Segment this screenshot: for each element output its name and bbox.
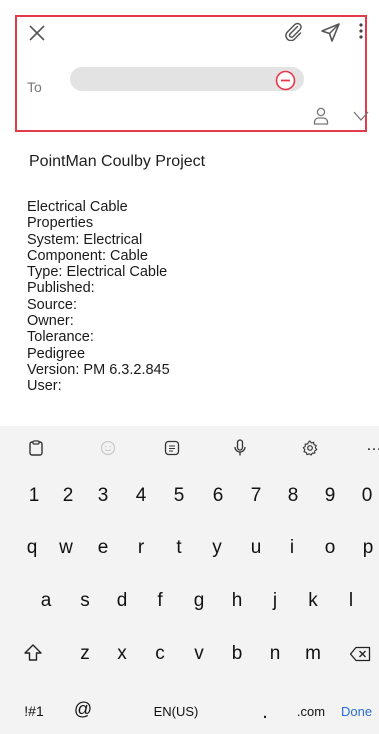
key-p[interactable]: p xyxy=(356,534,379,562)
at-key[interactable]: @ xyxy=(70,694,96,724)
key-5[interactable]: 5 xyxy=(167,483,191,509)
key-c[interactable]: c xyxy=(148,640,172,668)
microphone-icon[interactable] xyxy=(230,439,250,457)
emoji-icon[interactable] xyxy=(98,439,118,457)
settings-gear-icon[interactable] xyxy=(300,439,320,457)
paperclip-icon[interactable] xyxy=(282,20,304,42)
key-a[interactable]: a xyxy=(34,587,58,615)
body-line: System: Electrical xyxy=(27,231,143,248)
subject-field[interactable]: PointMan Coulby Project xyxy=(29,153,205,171)
shift-arrow-icon xyxy=(24,644,42,661)
chevron-down-icon[interactable] xyxy=(351,108,371,124)
key-t[interactable]: t xyxy=(167,534,191,562)
key-b[interactable]: b xyxy=(225,640,249,668)
backspace-key[interactable] xyxy=(343,640,377,668)
clipboard-icon[interactable] xyxy=(26,439,46,457)
key-i[interactable]: i xyxy=(280,534,304,562)
key-3[interactable]: 3 xyxy=(91,483,115,509)
key-r[interactable]: r xyxy=(129,534,153,562)
key-6[interactable]: 6 xyxy=(206,483,230,509)
key-f[interactable]: f xyxy=(148,587,172,615)
key-w[interactable]: w xyxy=(54,534,78,562)
person-icon[interactable] xyxy=(312,106,330,126)
key-q[interactable]: q xyxy=(20,534,44,562)
soft-keyboard xyxy=(0,426,379,734)
key-n[interactable]: n xyxy=(263,640,287,668)
key-d[interactable]: d xyxy=(110,587,134,615)
key-7[interactable]: 7 xyxy=(244,483,268,509)
body-line: Component: Cable xyxy=(27,247,148,264)
key-8[interactable]: 8 xyxy=(281,483,305,509)
key-k[interactable]: k xyxy=(301,587,325,615)
shift-key[interactable] xyxy=(20,638,46,668)
key-z[interactable]: z xyxy=(73,640,97,668)
key-0[interactable]: 0 xyxy=(355,483,379,509)
more-vertical-icon[interactable] xyxy=(356,20,366,42)
send-icon[interactable] xyxy=(318,20,342,44)
to-label: To xyxy=(27,79,42,95)
key-h[interactable]: h xyxy=(225,587,249,615)
body-line: Pedigree xyxy=(27,345,86,362)
key-m[interactable]: m xyxy=(301,640,325,668)
body-line: Electrical Cable xyxy=(27,199,128,215)
dot-key[interactable]: . xyxy=(255,697,275,727)
recipient-chip[interactable] xyxy=(70,67,304,91)
key-j[interactable]: j xyxy=(263,587,287,615)
key-s[interactable]: s xyxy=(73,587,97,615)
close-icon[interactable] xyxy=(26,22,48,44)
body-line: User: xyxy=(27,378,62,395)
key-g[interactable]: g xyxy=(187,587,211,615)
key-2[interactable]: 2 xyxy=(56,483,80,509)
key-9[interactable]: 9 xyxy=(318,483,342,509)
email-compose-screen: To PointMan Coulby Project Electrical Ca… xyxy=(0,0,379,734)
body-line: Owner: xyxy=(27,313,74,330)
body-line: Properties xyxy=(27,215,94,232)
minus-circle-icon[interactable] xyxy=(275,70,296,91)
body-line: Type: Electrical Cable xyxy=(27,264,168,281)
key-o[interactable]: o xyxy=(318,534,342,562)
space-key[interactable]: EN(US) xyxy=(110,697,242,725)
key-l[interactable]: l xyxy=(339,587,363,615)
body-line: Published: xyxy=(27,280,95,297)
toolbar-more-button[interactable]: … xyxy=(366,436,379,456)
sticker-icon[interactable] xyxy=(162,439,182,457)
dotcom-key[interactable]: .com xyxy=(288,697,334,725)
key-1[interactable]: 1 xyxy=(22,483,46,509)
key-u[interactable]: u xyxy=(244,534,268,562)
key-x[interactable]: x xyxy=(110,640,134,668)
key-4[interactable]: 4 xyxy=(129,483,153,509)
message-body[interactable]: Electrical Cable Properties System: Elec… xyxy=(27,199,367,395)
backspace-icon xyxy=(349,646,371,662)
key-y[interactable]: y xyxy=(205,534,229,562)
body-line: Tolerance: xyxy=(27,329,94,346)
body-line: Source: xyxy=(27,296,77,313)
body-line: Version: PM 6.3.2.845 xyxy=(27,361,170,378)
done-key[interactable]: Done xyxy=(341,697,379,725)
key-e[interactable]: e xyxy=(91,534,115,562)
symbols-key[interactable]: !#1 xyxy=(14,697,54,725)
key-v[interactable]: v xyxy=(187,640,211,668)
